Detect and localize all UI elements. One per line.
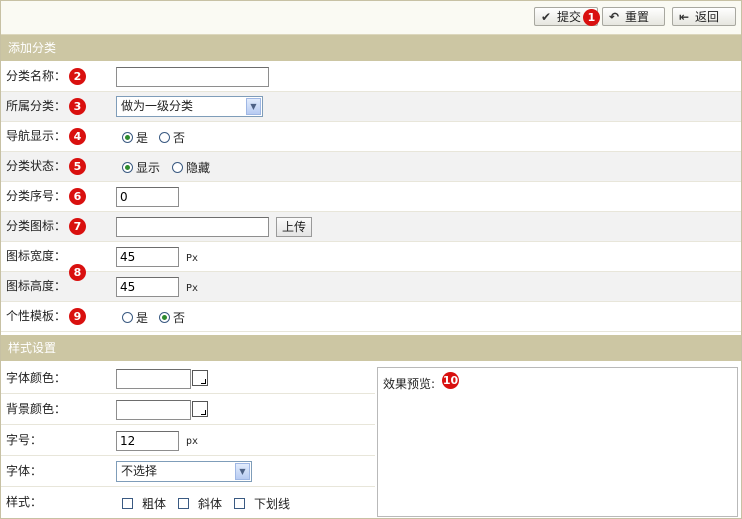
annotation-badge-10: 10 — [442, 372, 459, 389]
row-custom-template: 个性模板： 9 是 否 — [1, 302, 741, 332]
font-color-label: 字体颜色： — [6, 371, 67, 385]
status-show-radio[interactable] — [122, 162, 133, 173]
bold-label: 粗体 — [142, 497, 167, 511]
back-label: 返回 — [695, 10, 720, 24]
upload-button[interactable]: 上传 — [276, 217, 313, 237]
chevron-down-icon[interactable]: ▼ — [235, 463, 250, 480]
font-style-label: 样式： — [6, 495, 43, 509]
section-header-style-settings: 样式设置 — [1, 335, 741, 361]
font-face-value: 不选择 — [121, 464, 158, 478]
custom-template-yes-radio[interactable] — [122, 312, 133, 323]
annotation-badge-6: 6 — [69, 188, 86, 205]
nav-display-label: 导航显示： — [6, 129, 67, 143]
category-order-input[interactable] — [116, 187, 179, 207]
annotation-badge-9: 9 — [69, 308, 86, 325]
bg-color-picker-icon[interactable] — [192, 401, 208, 417]
category-icon-label: 分类图标： — [6, 219, 67, 233]
reset-button[interactable]: ↶ 重置 — [602, 7, 665, 26]
row-parent-category: 所属分类： 3 做为一级分类 ▼ — [1, 92, 741, 122]
style-preview-panel: 效果预览: 10 — [377, 367, 738, 517]
preview-label: 效果预览: — [383, 377, 436, 391]
row-category-status: 分类状态： 5 显示 隐藏 — [1, 152, 741, 182]
bg-color-input[interactable] — [116, 400, 191, 420]
underline-checkbox[interactable] — [234, 498, 245, 509]
row-font-face: 字体： 不选择 ▼ — [1, 457, 375, 487]
icon-height-unit: Px — [186, 283, 199, 294]
row-icon-width: 图标宽度： Px — [1, 242, 741, 272]
annotation-badge-3: 3 — [69, 98, 86, 115]
undo-icon: ↶ — [609, 10, 620, 24]
back-icon: ⇤ — [679, 10, 690, 24]
font-face-label: 字体： — [6, 464, 43, 478]
status-hide-label: 隐藏 — [186, 161, 211, 175]
toolbar: ✔ 提交 ↶ 重置 ⇤ 返回 1 — [1, 1, 741, 35]
icon-width-label: 图标宽度： — [6, 249, 67, 263]
nav-display-yes-radio[interactable] — [122, 132, 133, 143]
submit-label: 提交 — [557, 10, 582, 24]
font-color-input[interactable] — [116, 369, 191, 389]
italic-checkbox[interactable] — [178, 498, 189, 509]
custom-template-yes-label: 是 — [136, 311, 149, 325]
row-font-color: 字体颜色： — [1, 364, 375, 394]
nav-display-yes-label: 是 — [136, 131, 149, 145]
custom-template-no-label: 否 — [173, 311, 186, 325]
font-face-select[interactable]: 不选择 ▼ — [116, 461, 252, 482]
parent-category-label: 所属分类： — [6, 99, 67, 113]
annotation-badge-8: 8 — [69, 264, 86, 281]
nav-display-no-radio[interactable] — [159, 132, 170, 143]
check-icon: ✔ — [541, 10, 552, 24]
category-status-label: 分类状态： — [6, 159, 67, 173]
font-color-picker-icon[interactable] — [192, 370, 208, 386]
form-window: ✔ 提交 ↶ 重置 ⇤ 返回 1 添加分类 分类名称： 2 所属分类： 3 做为… — [0, 0, 742, 519]
annotation-badge-2: 2 — [69, 68, 86, 85]
font-size-label: 字号： — [6, 433, 43, 447]
row-icon-height: 图标高度： Px — [1, 272, 741, 302]
font-size-input[interactable] — [116, 431, 179, 451]
row-font-style: 样式： 粗体 斜体 下划线 — [1, 488, 375, 518]
row-nav-display: 导航显示： 4 是 否 — [1, 122, 741, 152]
custom-template-no-radio[interactable] — [159, 312, 170, 323]
reset-label: 重置 — [625, 10, 650, 24]
custom-template-label: 个性模板： — [6, 309, 67, 323]
section-header-add-category: 添加分类 — [1, 35, 741, 61]
row-category-order: 分类序号： 6 — [1, 182, 741, 212]
back-button[interactable]: ⇤ 返回 — [672, 7, 736, 26]
category-order-label: 分类序号： — [6, 189, 67, 203]
row-category-icon: 分类图标： 7 上传 — [1, 212, 741, 242]
row-category-name: 分类名称： 2 — [1, 62, 741, 92]
parent-category-value: 做为一级分类 — [121, 99, 194, 113]
italic-label: 斜体 — [198, 497, 223, 511]
status-show-label: 显示 — [136, 161, 161, 175]
annotation-badge-1: 1 — [583, 9, 600, 26]
row-bg-color: 背景颜色： — [1, 395, 375, 425]
category-icon-input[interactable] — [116, 217, 269, 237]
icon-width-unit: Px — [186, 253, 199, 264]
font-size-unit: px — [186, 436, 199, 447]
status-hide-radio[interactable] — [172, 162, 183, 173]
annotation-badge-7: 7 — [69, 218, 86, 235]
icon-height-input[interactable] — [116, 277, 179, 297]
bg-color-label: 背景颜色： — [6, 402, 67, 416]
row-font-size: 字号： px — [1, 426, 375, 456]
parent-category-select[interactable]: 做为一级分类 ▼ — [116, 96, 263, 117]
icon-width-input[interactable] — [116, 247, 179, 267]
annotation-badge-5: 5 — [69, 158, 86, 175]
category-name-label: 分类名称： — [6, 69, 67, 83]
underline-label: 下划线 — [254, 497, 291, 511]
category-name-input[interactable] — [116, 67, 269, 87]
nav-display-no-label: 否 — [173, 131, 186, 145]
icon-height-label: 图标高度： — [6, 279, 67, 293]
annotation-badge-4: 4 — [69, 128, 86, 145]
bold-checkbox[interactable] — [122, 498, 133, 509]
chevron-down-icon[interactable]: ▼ — [246, 98, 261, 115]
